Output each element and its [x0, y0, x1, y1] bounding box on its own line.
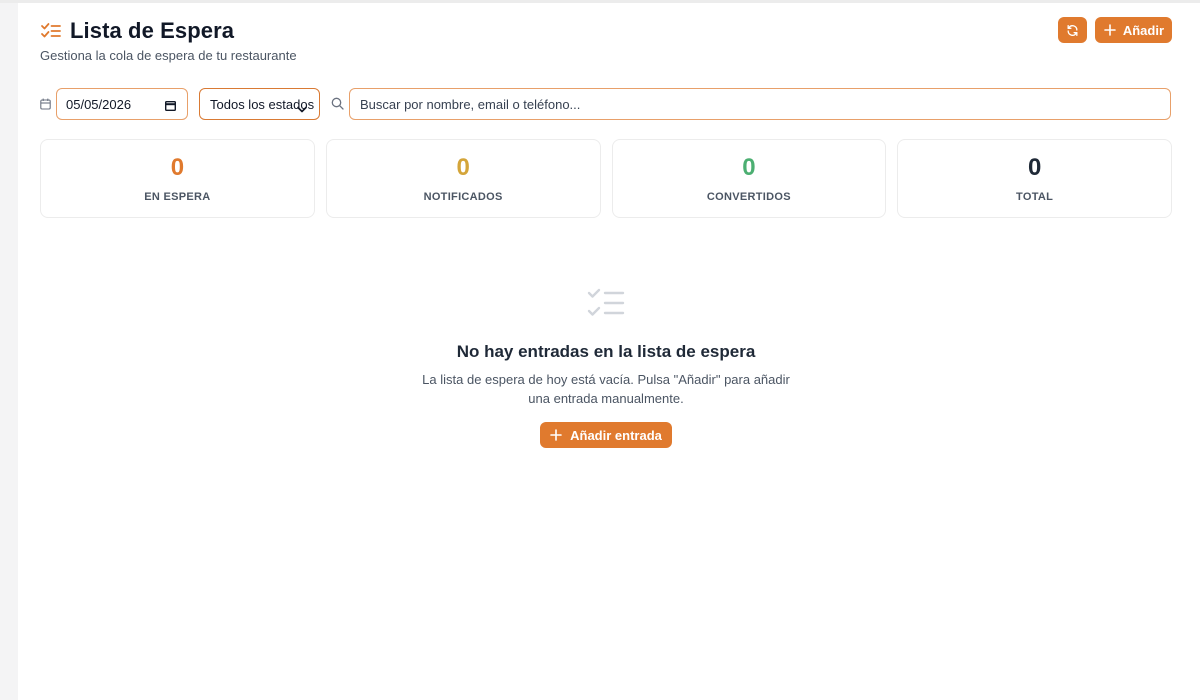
date-input[interactable]: 05/05/2026: [56, 88, 188, 120]
add-button[interactable]: Añadir: [1094, 17, 1172, 43]
page-title: Lista de Espera: [70, 18, 235, 43]
stat-value-waiting: 0: [170, 154, 185, 181]
list-checks-icon: [40, 20, 62, 42]
stat-value-total: 0: [1027, 154, 1042, 181]
waitlist-page: Lista de Espera Gestiona la cola de espe…: [0, 0, 1200, 700]
plus-icon: [1104, 24, 1116, 36]
calendar-icon: [40, 97, 51, 110]
stat-card-waiting: 0 EN ESPERA: [40, 139, 315, 218]
add-entry-button[interactable]: Añadir entrada: [540, 422, 672, 448]
main-content: Lista de Espera Gestiona la cola de espe…: [40, 0, 1172, 700]
stat-value-notified: 0: [456, 154, 470, 181]
stat-label-total: TOTAL: [1016, 191, 1054, 203]
stat-card-total: 0 TOTAL: [897, 139, 1172, 218]
page-header: Lista de Espera Gestiona la cola de espe…: [40, 16, 1172, 68]
status-filter-select[interactable]: Todos los estados: [199, 88, 320, 120]
add-button-label: Añadir: [1122, 22, 1164, 38]
search-icon: [331, 97, 344, 110]
empty-state: No hay entradas en la lista de espera La…: [40, 285, 1172, 448]
empty-state-description: La lista de espera de hoy está vacía. Pu…: [422, 372, 790, 406]
refresh-button[interactable]: [1057, 17, 1087, 43]
plus-icon: [550, 429, 562, 441]
stats-row: 0 EN ESPERA 0 NOTIFICADOS 0 CONVERTIDOS …: [40, 139, 1172, 219]
title-row: Lista de Espera: [40, 18, 234, 44]
search-input[interactable]: [349, 88, 1171, 120]
stat-card-converted: 0 CONVERTIDOS: [611, 139, 887, 218]
calendar-picker-icon[interactable]: [164, 99, 177, 112]
chevron-down-icon: [297, 101, 307, 113]
date-value: 05/05/2026: [66, 96, 132, 112]
stat-card-notified: 0 NOTIFICADOS: [325, 139, 601, 218]
stat-label-converted: CONVERTIDOS: [706, 191, 791, 203]
add-entry-button-label: Añadir entrada: [570, 427, 662, 443]
left-rail: [0, 0, 18, 700]
refresh-icon: [1066, 24, 1079, 37]
header-actions: Añadir: [1057, 17, 1172, 43]
filters-bar: 05/05/2026 Todos los estados: [40, 88, 1172, 120]
list-checks-icon: [586, 285, 626, 321]
stat-label-waiting: EN ESPERA: [144, 191, 211, 203]
empty-state-title: No hay entradas en la lista de espera: [456, 342, 756, 361]
page-subtitle: Gestiona la cola de espera de tu restaur…: [40, 48, 297, 63]
stat-label-notified: NOTIFICADOS: [423, 191, 503, 203]
stat-value-converted: 0: [742, 154, 756, 181]
